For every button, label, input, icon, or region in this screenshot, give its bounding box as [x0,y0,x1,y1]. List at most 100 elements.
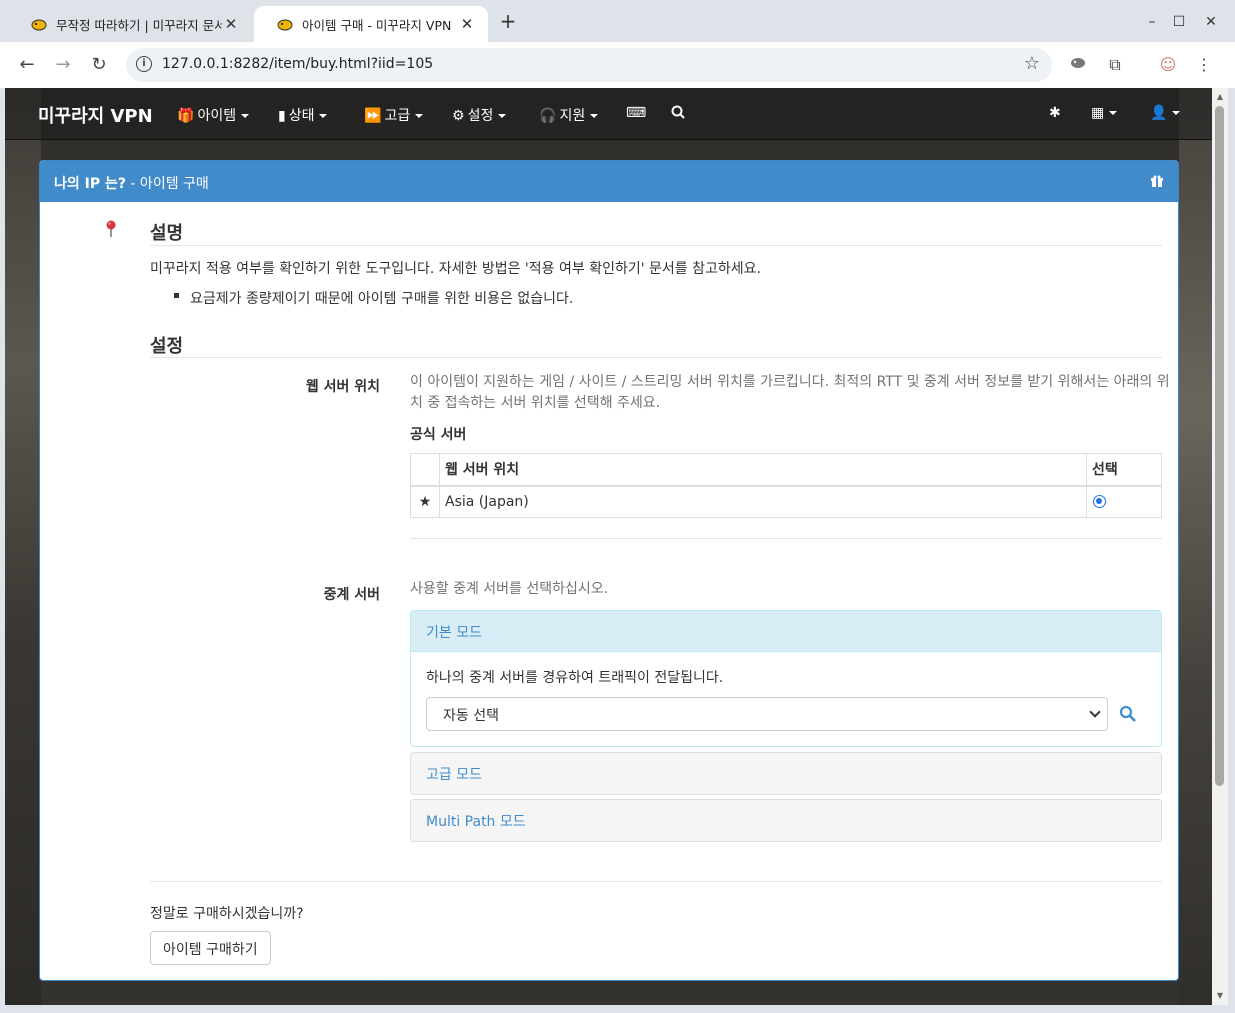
description-heading: 설명 [150,223,184,244]
web-server-label: 웹 서버 위치 [305,379,380,395]
bullet-marker [174,293,179,298]
advanced-mode-panel: 고급 모드 [410,752,1162,795]
back-icon[interactable]: ← [14,52,40,78]
divider [150,881,1162,882]
new-tab-button[interactable]: + [496,10,520,34]
profile-avatar-icon[interactable]: ☺ [1156,53,1180,77]
scrollbar-thumb[interactable] [1215,106,1224,786]
buy-item-panel: 나의 IP 는? - 아이템 구매 설명 미꾸라지 적용 여부를 확인하기 위한… [39,160,1179,981]
caret-down-icon [1172,111,1181,115]
close-icon[interactable]: ✕ [222,15,240,33]
background-image-right [1179,88,1212,1005]
caret-down-icon [415,114,424,118]
headphones-icon: 🎧 [539,108,557,124]
description-bullet: 요금제가 종량제이기 때문에 아이템 구매를 위한 비용은 없습니다. [190,291,574,307]
bar-chart-icon: ▮ [278,108,286,124]
table-header-row: 웹 서버 위치 선택 [410,453,1162,487]
browser-toolbar: ← → ↻ i 127.0.0.1:8282/item/buy.html?iid… [0,42,1235,88]
brand-logo[interactable]: 미꾸라지 VPN [38,102,153,128]
caret-down-icon [498,114,507,118]
page-viewport: 미꾸라지 VPN 🎁 아이템 ▮ 상태 ⏩ 고급 ⚙ 설정 🎧 지원 ⌨ ✱ ▦ 👤 나의… [5,88,1212,1005]
relay-server-help: 사용할 중계 서버를 선택하십시오. [410,581,609,597]
extension-fish-icon[interactable] [1066,53,1090,77]
basic-mode-body: 하나의 중계 서버를 경유하여 트래픽이 전달됩니다. 자동 선택 [411,652,1161,746]
tab-docs[interactable]: 무작정 따라하기 | 미꾸라지 문서 ✕ [8,6,252,42]
tab-strip: 무작정 따라하기 | 미꾸라지 문서 ✕ 아이템 구매 - 미꾸라지 VPN ✕… [0,0,1235,42]
gift-icon [1151,175,1163,187]
nav-label: 지원 [559,108,586,124]
keyboard-icon[interactable]: ⌨ [626,105,646,121]
fast-forward-icon: ⏩ [364,108,382,124]
settings-heading: 설정 [150,336,184,357]
grid-menu-icon[interactable]: ▦ [1091,105,1118,121]
official-server-label: 공식 서버 [410,427,467,443]
server-location: Asia (Japan) [439,485,1087,518]
site-info-icon[interactable]: i [136,56,152,72]
search-icon[interactable] [1119,705,1137,723]
menu-kebab-icon[interactable]: ⋮ [1192,53,1216,77]
nav-label: 설정 [467,108,494,124]
panel-title-bold: 나의 IP 는? [54,176,126,192]
server-select-radio[interactable] [1093,495,1106,509]
caret-down-icon [241,114,250,118]
gear-icon: ⚙ [452,108,465,124]
multipath-mode-panel: Multi Path 모드 [410,799,1162,842]
basic-mode-panel: 기본 모드 하나의 중계 서버를 경유하여 트래픽이 전달됩니다. 자동 선택 [410,610,1162,747]
fish-icon [31,19,47,31]
search-icon[interactable] [671,105,685,123]
top-navbar: 미꾸라지 VPN 🎁 아이템 ▮ 상태 ⏩ 고급 ⚙ 설정 🎧 지원 ⌨ ✱ ▦ 👤 [5,88,1212,140]
relay-server-label: 중계 서버 [323,587,380,603]
maximize-button[interactable]: ☐ [1167,10,1191,34]
nav-item-advanced[interactable]: ⏩ 고급 [364,105,424,125]
web-server-help-1: 이 아이템이 지원하는 게임 / 사이트 / 스트리밍 서버 위치를 가르킵니다… [410,374,1170,390]
panel-heading: 나의 IP 는? - 아이템 구매 [40,161,1178,202]
nav-label: 고급 [384,108,411,124]
gift-icon: 🎁 [177,108,195,124]
bookmark-star-icon[interactable]: ☆ [1024,53,1040,74]
divider [150,357,1162,358]
map-marker-icon [106,220,116,237]
advanced-mode-toggle[interactable]: 고급 모드 [411,753,1161,794]
confirm-question: 정말로 구매하시겠습니까? [150,906,304,922]
chevron-down-icon [1089,706,1101,718]
reload-icon[interactable]: ↻ [86,52,112,78]
browser-chrome: 무작정 따라하기 | 미꾸라지 문서 ✕ 아이템 구매 - 미꾸라지 VPN ✕… [0,0,1235,88]
multipath-mode-toggle[interactable]: Multi Path 모드 [411,800,1161,841]
extensions-puzzle-icon[interactable]: ⧉ [1103,53,1127,77]
scroll-down-icon[interactable]: ▼ [1212,989,1228,1003]
caret-down-icon [319,114,328,118]
relay-server-select[interactable]: 자동 선택 [426,697,1108,731]
close-icon[interactable]: ✕ [458,15,476,33]
url-text[interactable]: 127.0.0.1:8282/item/buy.html?iid=105 [162,56,433,72]
basic-mode-toggle[interactable]: 기본 모드 [411,611,1161,652]
table-header-location: 웹 서버 위치 [439,453,1087,487]
tab-buy[interactable]: 아이템 구매 - 미꾸라지 VPN ✕ [254,6,488,42]
table-header-mark [410,453,440,487]
minimize-button[interactable]: – [1140,10,1164,34]
nav-label: 아이템 [197,108,237,124]
basic-mode-desc: 하나의 중계 서버를 경유하여 트래픽이 전달됩니다. [426,670,724,686]
scroll-up-icon[interactable]: ▲ [1212,90,1228,104]
window-bottom-edge [0,1005,1235,1013]
user-menu-icon[interactable]: 👤 [1150,105,1181,121]
address-bar[interactable]: i 127.0.0.1:8282/item/buy.html?iid=105 ☆ [126,48,1052,82]
fish-icon [277,19,293,31]
window-close-button[interactable]: ✕ [1199,10,1223,34]
nav-item-settings[interactable]: ⚙ 설정 [452,105,507,125]
nav-item-status[interactable]: ▮ 상태 [278,105,328,125]
tab-title: 무작정 따라하기 | 미꾸라지 문서 [56,17,222,33]
nav-item-items[interactable]: 🎁 아이템 [177,105,250,125]
nav-label: 상태 [288,108,315,124]
buy-item-button[interactable]: 아이템 구매하기 [150,931,271,965]
select-value: 자동 선택 [443,708,499,724]
description-text: 미꾸라지 적용 여부를 확인하기 위한 도구입니다. 자세한 방법은 '적용 여… [150,261,761,277]
web-server-table: 웹 서버 위치 선택 ★ Asia (Japan) [410,453,1162,518]
asterisk-icon[interactable]: ✱ [1049,105,1061,121]
forward-icon[interactable]: → [50,52,76,78]
table-row[interactable]: ★ Asia (Japan) [410,485,1162,518]
panel-title-rest: - 아이템 구매 [125,176,209,192]
fish-icon [1071,58,1085,68]
star-icon: ★ [410,485,440,518]
nav-item-support[interactable]: 🎧 지원 [539,105,599,125]
page-scrollbar[interactable]: ▲ ▼ [1212,88,1228,1005]
